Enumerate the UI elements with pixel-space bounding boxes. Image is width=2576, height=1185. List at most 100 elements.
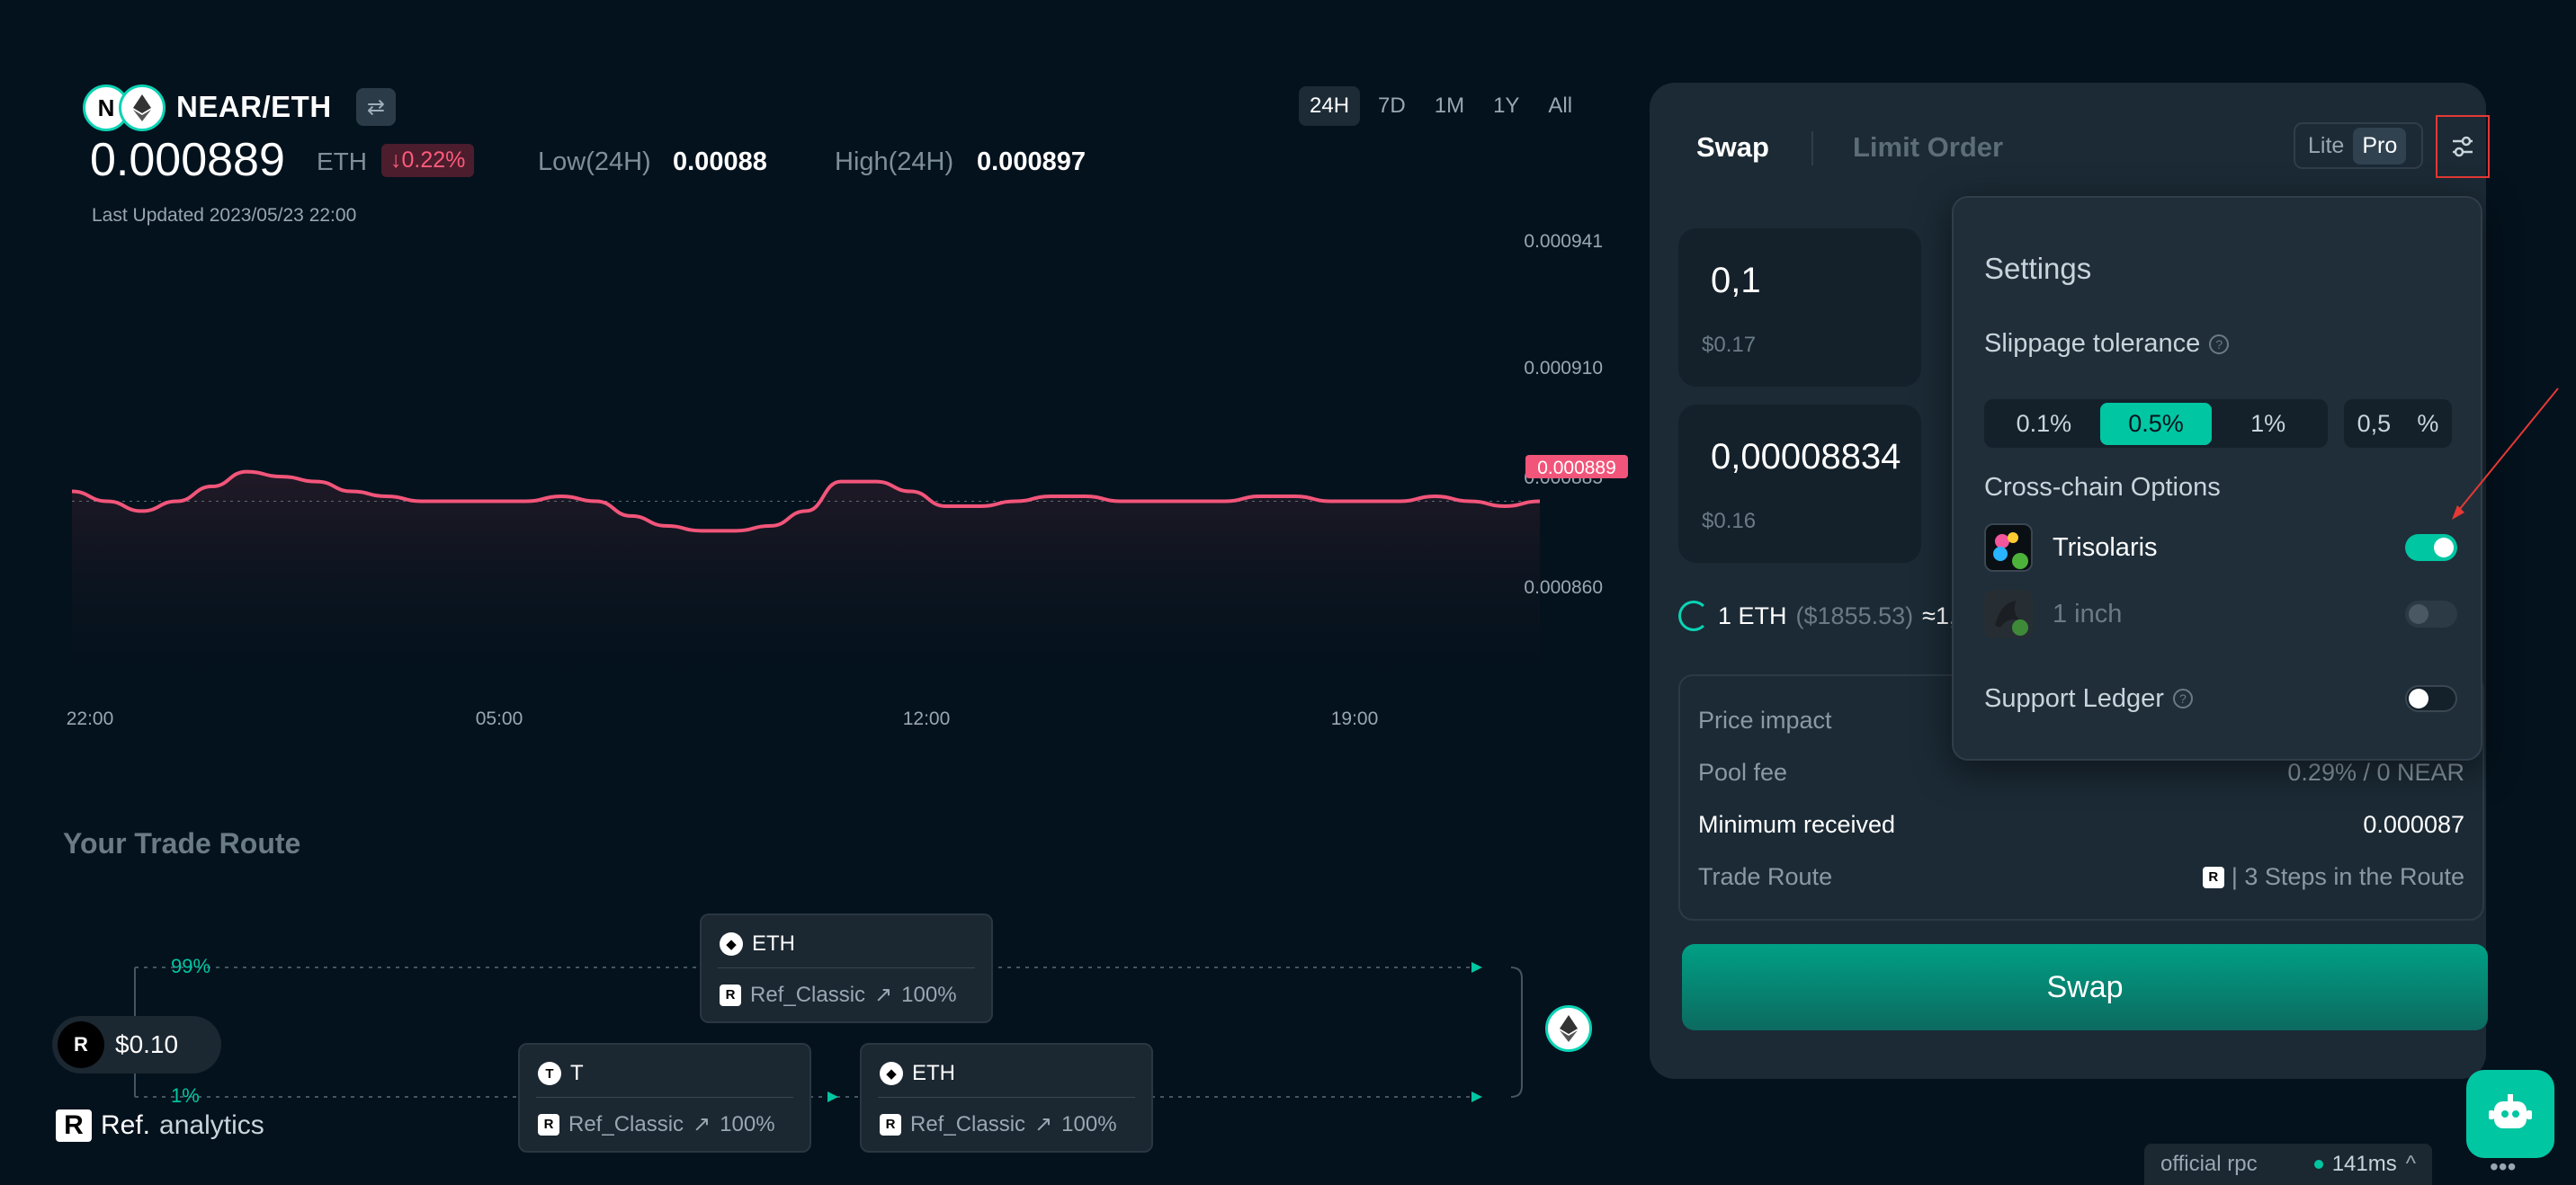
swap-button[interactable]: Swap (1682, 944, 2488, 1030)
toggle-knob (2434, 538, 2454, 557)
high-value: 0.000897 (977, 147, 1086, 176)
period-tabs: 24H 7D 1M 1Y All (1299, 86, 1583, 126)
period-tab-all[interactable]: All (1537, 86, 1583, 126)
route-token: ETH (912, 1061, 955, 1085)
rpc-status-dot (2313, 1160, 2323, 1169)
period-tab-1y[interactable]: 1Y (1482, 86, 1530, 126)
refresh-spinner-icon[interactable] (1678, 601, 1709, 631)
route-step-t: TT R Ref_Classic ↗ 100% (518, 1043, 811, 1153)
t-token-icon: T (538, 1062, 561, 1085)
price-area (72, 471, 1540, 683)
trisolaris-name: Trisolaris (2053, 532, 2158, 562)
ref-price-pill[interactable]: R $0.10 (52, 1016, 221, 1074)
price-chart: 0.000941 0.000910 0.000885 0.000860 0.00… (67, 231, 1628, 729)
settings-button[interactable] (2436, 115, 2490, 178)
chevron-up-icon: ^ (2405, 1152, 2416, 1176)
chat-bot-button[interactable] (2466, 1070, 2554, 1158)
external-link-icon[interactable]: ↗ (874, 982, 892, 1008)
x-tick-label: 19:00 (1331, 708, 1379, 729)
route-step-eth-top: ◆ ETH R Ref_Classic ↗ 100% (700, 913, 993, 1023)
eth-destination-icon (1545, 1005, 1592, 1052)
trade-route-label: Trade Route (1698, 863, 1833, 890)
pool-fee-label: Pool fee (1698, 759, 1788, 786)
external-link-icon[interactable]: ↗ (693, 1111, 711, 1137)
route-bottom-percent: 1% (171, 1084, 200, 1107)
min-received-row: Minimum received 0.000087 (1698, 811, 2464, 839)
exchange-rate-row[interactable]: 1 ETH ($1855.53) ≈1,13 (1678, 601, 1983, 631)
price-change-badge: ↓0.22% (381, 144, 475, 177)
period-tab-1m[interactable]: 1M (1424, 86, 1475, 126)
mode-lite[interactable]: Lite (2299, 128, 2353, 165)
y-tick-label: 0.000941 (1524, 231, 1603, 252)
help-icon[interactable]: ? (2172, 689, 2193, 708)
route-pool: Ref_Classic (750, 982, 866, 1007)
switch-pair-button[interactable]: ⇄ (356, 88, 396, 126)
pool-fee-row: Pool fee 0.29% / 0 NEAR (1698, 759, 2464, 787)
tab-swap[interactable]: Swap (1696, 131, 1769, 164)
ledger-row: Support Ledger ? (1984, 673, 2457, 725)
from-input-card[interactable]: 0,1 $0.17 (1678, 228, 1921, 387)
ref-logo-icon: R (58, 1021, 104, 1068)
current-price: 0.000889 (90, 134, 285, 186)
price-impact-label: Price impact (1698, 707, 1832, 734)
current-price-tag-label: 0.000889 (1537, 458, 1616, 478)
mode-pro[interactable]: Pro (2353, 127, 2407, 165)
help-icon[interactable]: ? (2209, 334, 2230, 354)
price-unit: ETH (317, 147, 367, 175)
route-pool-percent: 100% (1061, 1111, 1117, 1136)
trisolaris-row: Trisolaris (1984, 521, 2457, 574)
oneinch-name: 1 inch (2053, 599, 2123, 628)
rpc-latency: 141ms (2331, 1152, 2397, 1176)
oneinch-row: 1 inch (1984, 588, 2457, 640)
to-amount: 0,00008834 (1711, 437, 1901, 477)
tab-limit-order[interactable]: Limit Order (1853, 131, 2003, 164)
low-value: 0.00088 (673, 147, 767, 176)
eth-token-icon: ◆ (720, 932, 743, 956)
pair-name: NEAR/ETH (176, 90, 332, 123)
pair-icons: N (83, 85, 165, 131)
ref-pool-icon: R (720, 984, 741, 1006)
slippage-label: Slippage tolerance ? (1984, 329, 2230, 359)
y-tick-label: 0.000860 (1524, 577, 1603, 598)
period-tab-24h[interactable]: 24H (1299, 86, 1361, 126)
oneinch-toggle[interactable] (2405, 601, 2457, 628)
more-options-icon[interactable]: ••• (2490, 1153, 2516, 1181)
crosschain-label: Cross-chain Options (1984, 473, 2221, 502)
route-top-percent: 99% (171, 955, 211, 977)
route-pool-percent: 100% (901, 982, 957, 1007)
ref-pool-icon: R (538, 1113, 559, 1136)
y-tick-label: 0.000910 (1524, 358, 1603, 379)
rpc-selector[interactable]: official rpc 141ms ^ (2144, 1144, 2432, 1185)
settings-title: Settings (1984, 252, 2092, 285)
slippage-option-0-1[interactable]: 0.1% (1988, 403, 2100, 445)
oneinch-icon (1984, 590, 2033, 638)
tab-divider (1811, 131, 1813, 165)
route-pool-percent: 100% (720, 1111, 775, 1136)
to-input-card[interactable]: 0,00008834 $0.16 (1678, 405, 1921, 563)
eth-token-icon: ◆ (880, 1062, 903, 1085)
trisolaris-icon (1984, 523, 2033, 572)
eth-token-icon (119, 85, 165, 131)
ref-analytics-brand: Ref. (101, 1110, 151, 1140)
external-link-icon[interactable]: ↗ (1034, 1111, 1052, 1137)
from-amount[interactable]: 0,1 (1711, 261, 1761, 301)
trade-route-row[interactable]: Trade Route R | 3 Steps in the Route (1698, 863, 2464, 891)
toggle-knob (2409, 604, 2428, 624)
ref-analytics-link[interactable]: R Ref. analytics (56, 1109, 264, 1142)
swap-arrows-icon: ⇄ (366, 94, 386, 120)
lite-pro-toggle: Lite Pro (2294, 122, 2423, 169)
toggle-knob (2409, 689, 2428, 708)
to-usd: $0.16 (1702, 509, 1757, 533)
slippage-custom-value[interactable]: 0,5 (2357, 410, 2392, 438)
period-tab-7d[interactable]: 7D (1367, 86, 1417, 126)
rpc-name: official rpc (2160, 1152, 2258, 1176)
rate-usd: ($1855.53) (1795, 601, 1914, 629)
route-token: T (570, 1061, 584, 1085)
high-label: High(24H) (835, 147, 954, 176)
slippage-option-0-5[interactable]: 0.5% (2099, 402, 2213, 445)
route-pool: Ref_Classic (910, 1111, 1026, 1136)
ref-pool-icon: R (880, 1113, 901, 1136)
slippage-option-1[interactable]: 1% (2212, 403, 2324, 445)
ledger-toggle[interactable] (2405, 685, 2457, 712)
trade-route-title: Your Trade Route (63, 827, 301, 860)
